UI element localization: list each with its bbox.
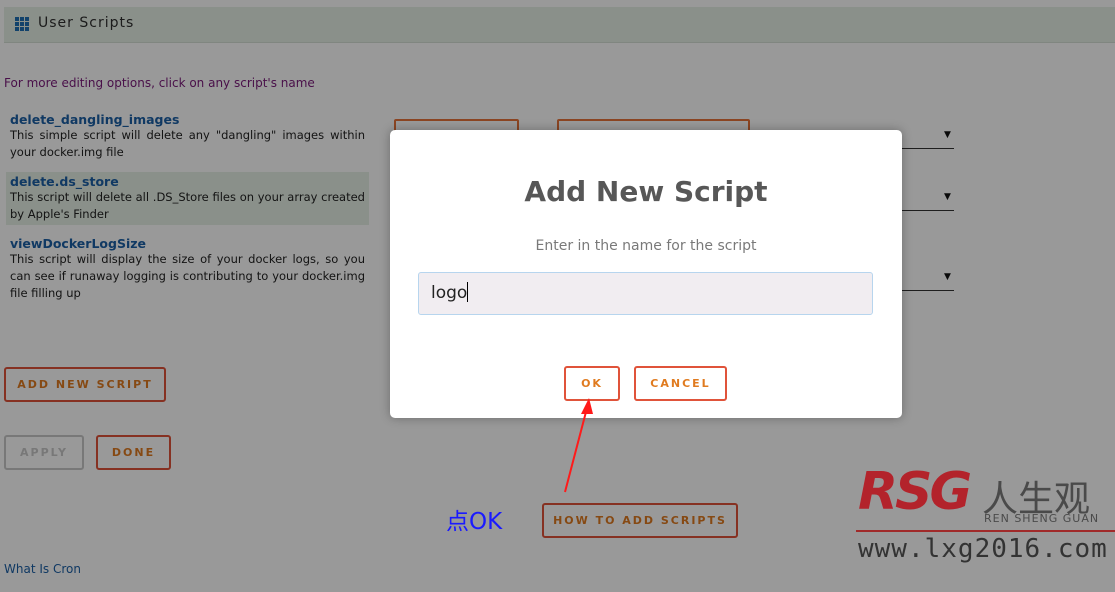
- annotation-text: 点OK: [446, 509, 503, 535]
- watermark-url: www.lxg2016.com: [858, 534, 1108, 564]
- watermark-divider: [856, 530, 1115, 532]
- watermark-english: REN SHENG GUAN: [984, 512, 1100, 525]
- watermark-logo: RSG: [858, 462, 972, 522]
